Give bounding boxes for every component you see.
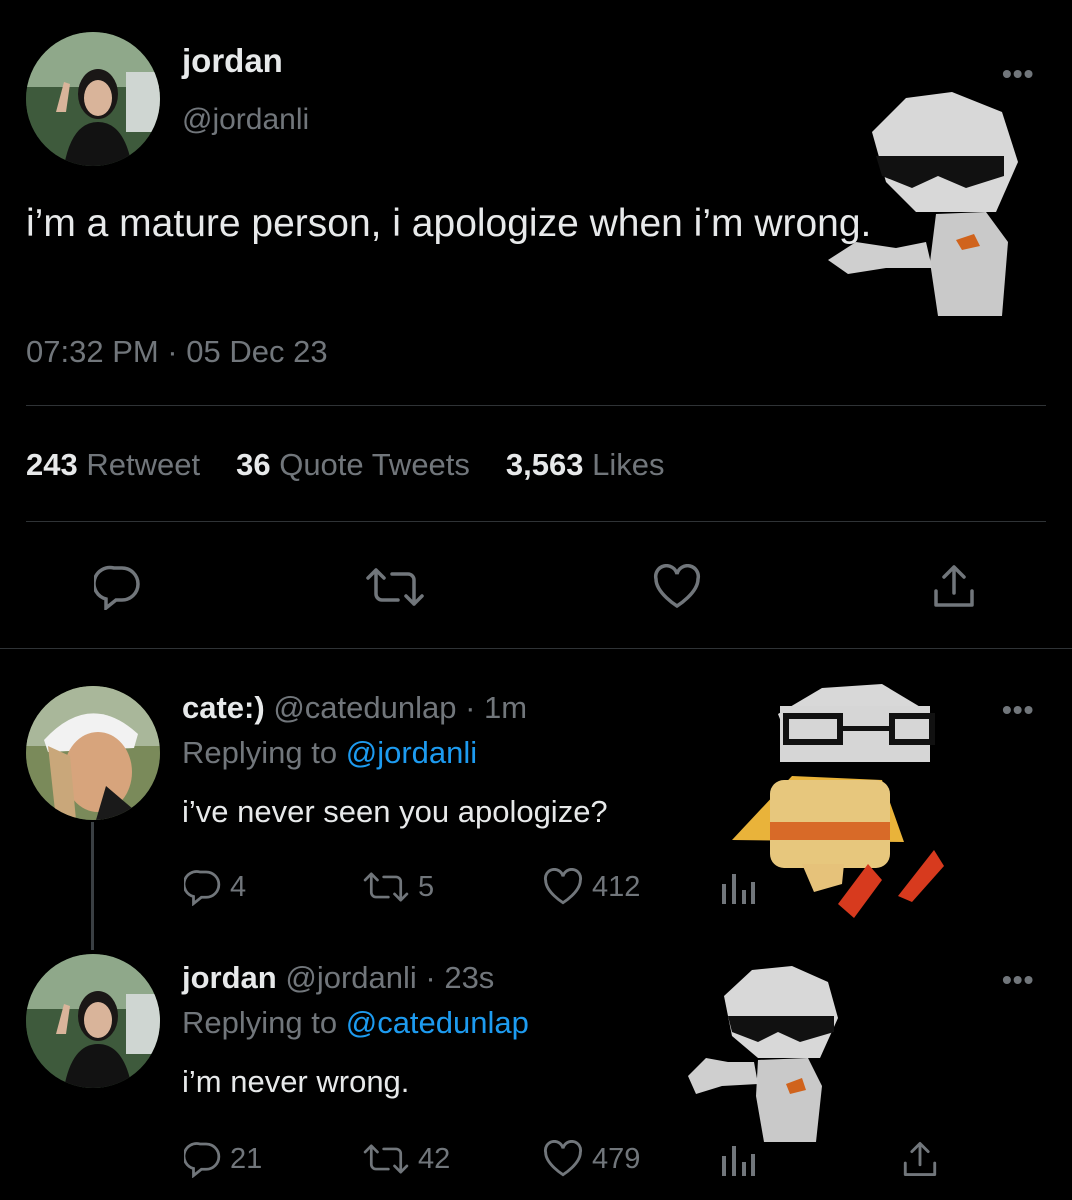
like-icon <box>543 1140 583 1177</box>
tweet-text: i’m a mature person, i apologize when i’… <box>26 202 872 245</box>
reply-header: jordan @jordanli · 23s <box>182 960 494 996</box>
more-icon[interactable]: ••• <box>1002 964 1034 996</box>
like-icon <box>543 868 583 905</box>
handle-time[interactable]: @jordanli · 23s <box>285 960 494 995</box>
analytics-icon[interactable] <box>720 1142 756 1183</box>
display-name[interactable]: cate:) <box>182 690 265 725</box>
reply-header: cate:) @catedunlap · 1m <box>182 690 527 726</box>
thread-line <box>91 822 94 950</box>
engagement-stats: 243 Retweet 36 Quote Tweets 3,563 Likes <box>26 447 665 483</box>
avatar[interactable] <box>26 32 160 166</box>
mention-link[interactable]: @catedunlap <box>346 1005 529 1040</box>
like-button[interactable]: 412 <box>542 868 640 906</box>
reply-text: i’m never wrong. <box>182 1064 410 1099</box>
timestamp[interactable]: 07:32 PM · 05 Dec 23 <box>26 334 328 370</box>
like-icon[interactable] <box>652 564 702 615</box>
divider <box>26 521 1046 522</box>
like-button[interactable]: 479 <box>542 1140 640 1178</box>
share-icon[interactable] <box>932 563 976 614</box>
retweet-count: 42 <box>418 1142 451 1175</box>
retweet-count: 5 <box>418 870 435 903</box>
reply-count: 21 <box>230 1142 263 1175</box>
handle[interactable]: @jordanli <box>182 103 309 137</box>
reply-icon <box>184 1142 221 1178</box>
divider <box>0 648 1072 649</box>
retweet-icon[interactable] <box>364 566 426 613</box>
display-name[interactable]: jordan <box>182 42 283 80</box>
retweet-button[interactable]: 5 <box>362 870 434 904</box>
avatar[interactable] <box>26 954 160 1088</box>
replying-to: Replying to @catedunlap <box>182 1005 529 1040</box>
retweet-icon <box>363 872 409 902</box>
like-count: 479 <box>592 1142 641 1175</box>
reply-icon <box>184 870 221 906</box>
display-name[interactable]: jordan <box>182 960 277 995</box>
cartoon-character-image <box>828 92 1018 316</box>
like-count: 412 <box>592 870 641 903</box>
stat-retweets[interactable]: 243 Retweet <box>26 447 200 483</box>
reply-text: i’ve never seen you apologize? <box>182 794 608 829</box>
cartoon-character-image <box>688 966 838 1142</box>
cartoon-character-image <box>732 684 944 918</box>
handle-time[interactable]: @catedunlap · 1m <box>273 690 527 725</box>
retweet-icon <box>363 1144 409 1174</box>
more-icon[interactable]: ••• <box>1002 58 1034 90</box>
stat-likes[interactable]: 3,563 Likes <box>506 447 665 483</box>
reply-count: 4 <box>230 870 247 903</box>
retweet-button[interactable]: 42 <box>362 1142 450 1176</box>
share-icon[interactable] <box>902 1140 938 1183</box>
reply-button[interactable]: 4 <box>184 868 246 906</box>
reply-button[interactable]: 21 <box>184 1140 262 1178</box>
reply-icon[interactable] <box>92 564 142 615</box>
replying-to: Replying to @jordanli <box>182 735 478 770</box>
mention-link[interactable]: @jordanli <box>346 735 477 770</box>
avatar[interactable] <box>26 686 160 820</box>
more-icon[interactable]: ••• <box>1002 694 1034 726</box>
stat-quote-tweets[interactable]: 36 Quote Tweets <box>236 447 470 483</box>
divider <box>26 405 1046 406</box>
